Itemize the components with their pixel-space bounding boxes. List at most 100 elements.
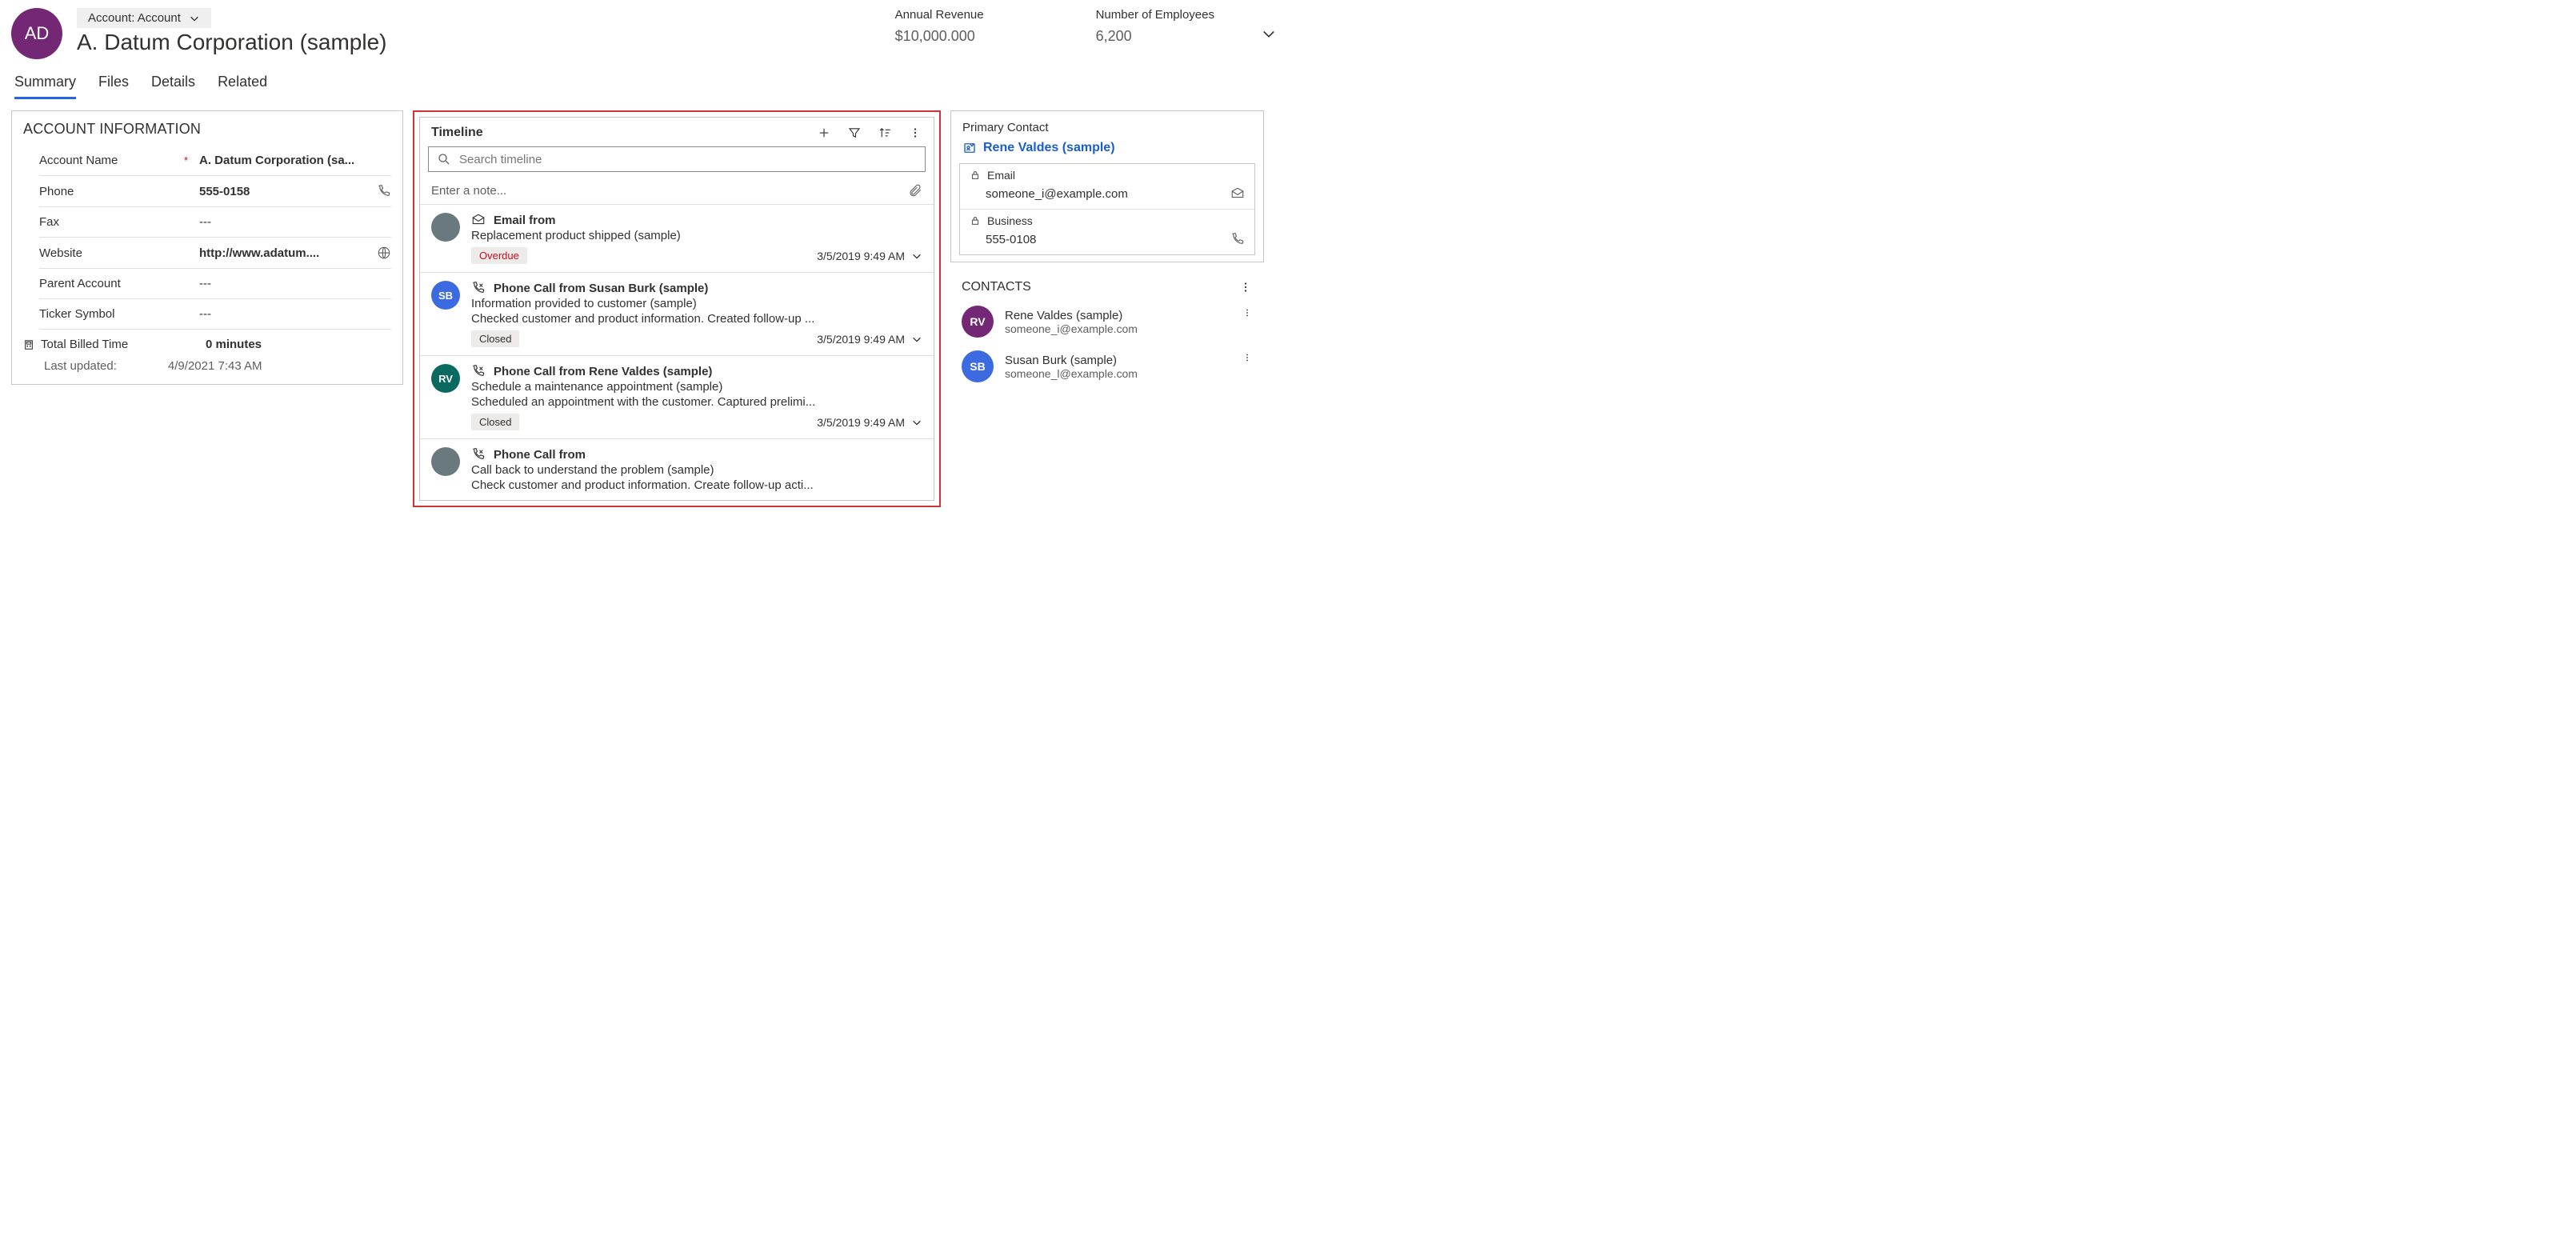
timeline-item[interactable]: SBPhone Call from Susan Burk (sample)Inf… <box>420 273 934 356</box>
contact-card-icon <box>962 141 977 155</box>
contacts-section: CONTACTS RV Rene Valdes (sample)someone_i… <box>950 272 1264 389</box>
field-website[interactable]: Website http://www.adatum.... <box>39 238 391 269</box>
timeline-description: Checked customer and product information… <box>471 312 922 326</box>
contact-item[interactable]: RV Rene Valdes (sample)someone_i@example.… <box>950 299 1264 344</box>
phone-icon <box>471 447 486 462</box>
note-placeholder: Enter a note... <box>431 184 506 198</box>
timeline-date: 3/5/2019 9:49 AM <box>817 416 922 429</box>
timeline-item[interactable]: RV Phone Call from Rene Valdes (sample) Sc… <box>420 356 934 439</box>
timeline-add-icon[interactable] <box>817 126 831 140</box>
last-updated-label: Last updated: <box>44 359 117 373</box>
timeline-type-label: Phone Call from Rene Valdes (sample) <box>494 365 712 378</box>
chevron-down-icon <box>189 13 200 24</box>
timeline-subject: Schedule a maintenance appointment (samp… <box>471 380 922 394</box>
lock-icon <box>970 170 981 181</box>
timeline-avatar: RV <box>431 364 460 393</box>
metric-value: $10,000.000 <box>895 28 984 45</box>
tab-details[interactable]: Details <box>151 74 195 99</box>
field-value: --- <box>199 307 211 321</box>
phone-icon[interactable] <box>1230 232 1245 246</box>
timeline-highlight: Timeline Enter a note... Em <box>413 110 941 507</box>
attachment-icon[interactable] <box>908 183 922 198</box>
record-avatar: AD <box>11 8 62 59</box>
contact-email: someone_i@example.com <box>1005 322 1138 335</box>
contact-more-icon[interactable] <box>1242 307 1253 318</box>
lock-icon <box>970 215 981 226</box>
field-label: Parent Account <box>39 277 199 290</box>
timeline-item[interactable]: Phone Call fromCall back to understand t… <box>420 439 934 500</box>
timeline-search[interactable] <box>428 146 926 172</box>
contact-avatar: SB <box>962 350 994 382</box>
timeline-status-badge: Closed <box>471 330 519 347</box>
timeline-search-input[interactable] <box>459 153 917 166</box>
primary-contact-business-phone[interactable]: Business 555-0108 <box>960 210 1254 254</box>
account-info-title: ACCOUNT INFORMATION <box>12 111 402 146</box>
field-fax[interactable]: Fax --- <box>39 207 391 238</box>
tab-summary[interactable]: Summary <box>14 74 76 99</box>
primary-contact-title: Primary Contact <box>951 111 1263 141</box>
business-value: 555-0108 <box>986 233 1036 246</box>
timeline-filter-icon[interactable] <box>847 126 862 140</box>
metric-value: 6,200 <box>1096 28 1214 45</box>
form-switcher-label: Account: Account <box>88 11 181 25</box>
tab-related[interactable]: Related <box>218 74 267 99</box>
email-label: Email <box>987 169 1015 182</box>
form-switcher[interactable]: Account: Account <box>77 8 211 28</box>
email-open-icon[interactable] <box>1230 186 1245 201</box>
field-label: Fax <box>39 215 199 229</box>
timeline-description: Check customer and product information. … <box>471 478 922 492</box>
timeline-date: 3/5/2019 9:49 AM <box>817 333 922 346</box>
search-icon <box>437 152 451 166</box>
billed-value: 0 minutes <box>206 338 262 351</box>
field-account-name[interactable]: Account Name* A. Datum Corporation (sa..… <box>39 146 391 176</box>
timeline-type-label: Email from <box>494 214 556 227</box>
globe-icon[interactable] <box>377 246 391 260</box>
contacts-title: CONTACTS <box>962 280 1031 294</box>
field-value: http://www.adatum.... <box>199 246 319 260</box>
contact-avatar: RV <box>962 306 994 338</box>
timeline-more-icon[interactable] <box>908 126 922 140</box>
field-label: Ticker Symbol <box>39 307 199 321</box>
field-parent-account[interactable]: Parent Account --- <box>39 269 391 299</box>
timeline-description: Scheduled an appointment with the custom… <box>471 395 922 409</box>
timeline-subject: Information provided to customer (sample… <box>471 297 922 310</box>
last-updated-value: 4/9/2021 7:43 AM <box>168 359 262 373</box>
field-phone[interactable]: Phone 555-0158 <box>39 176 391 207</box>
phone-icon <box>471 281 486 295</box>
metric-label: Number of Employees <box>1096 8 1214 22</box>
email-icon <box>471 213 486 227</box>
required-star-icon: * <box>184 154 188 166</box>
header-expand-chevron-icon[interactable] <box>1261 26 1277 42</box>
contact-more-icon[interactable] <box>1242 352 1253 363</box>
timeline-title: Timeline <box>431 126 817 140</box>
business-label: Business <box>987 214 1033 227</box>
contact-name: Rene Valdes (sample) <box>1005 309 1138 322</box>
timeline-avatar <box>431 447 460 476</box>
timeline-item[interactable]: Email from Replacement product shipped (s… <box>420 205 934 273</box>
contacts-more-icon[interactable] <box>1238 280 1253 294</box>
tab-files[interactable]: Files <box>98 74 129 99</box>
email-value: someone_i@example.com <box>986 187 1128 201</box>
account-info-panel: ACCOUNT INFORMATION Account Name* A. Dat… <box>11 110 403 385</box>
field-label: Account Name <box>39 154 118 167</box>
phone-icon[interactable] <box>377 184 391 198</box>
timeline-avatar <box>431 213 460 242</box>
primary-contact-email[interactable]: Email someone_i@example.com <box>960 164 1254 210</box>
primary-contact-name: Rene Valdes (sample) <box>983 141 1115 155</box>
field-value: --- <box>199 215 211 229</box>
timeline-subject: Replacement product shipped (sample) <box>471 229 922 242</box>
primary-contact-link[interactable]: Rene Valdes (sample) <box>951 141 1263 163</box>
field-ticker-symbol[interactable]: Ticker Symbol --- <box>39 299 391 330</box>
primary-contact-panel: Primary Contact Rene Valdes (sample) Ema… <box>950 110 1264 262</box>
metric-label: Annual Revenue <box>895 8 984 22</box>
timeline-type-label: Phone Call from <box>494 448 586 462</box>
record-title: A. Datum Corporation (sample) <box>77 30 881 55</box>
metric-employees[interactable]: Number of Employees 6,200 <box>1096 8 1214 45</box>
metric-annual-revenue[interactable]: Annual Revenue $10,000.000 <box>895 8 984 45</box>
timeline-sort-icon[interactable] <box>878 126 892 140</box>
contact-item[interactable]: SBSusan Burk (sample)someone_l@example.c… <box>950 344 1264 389</box>
calculator-icon <box>23 339 34 350</box>
timeline-note-input[interactable]: Enter a note... <box>420 177 934 205</box>
timeline-status-badge: Closed <box>471 414 519 430</box>
contact-email: someone_l@example.com <box>1005 367 1138 380</box>
